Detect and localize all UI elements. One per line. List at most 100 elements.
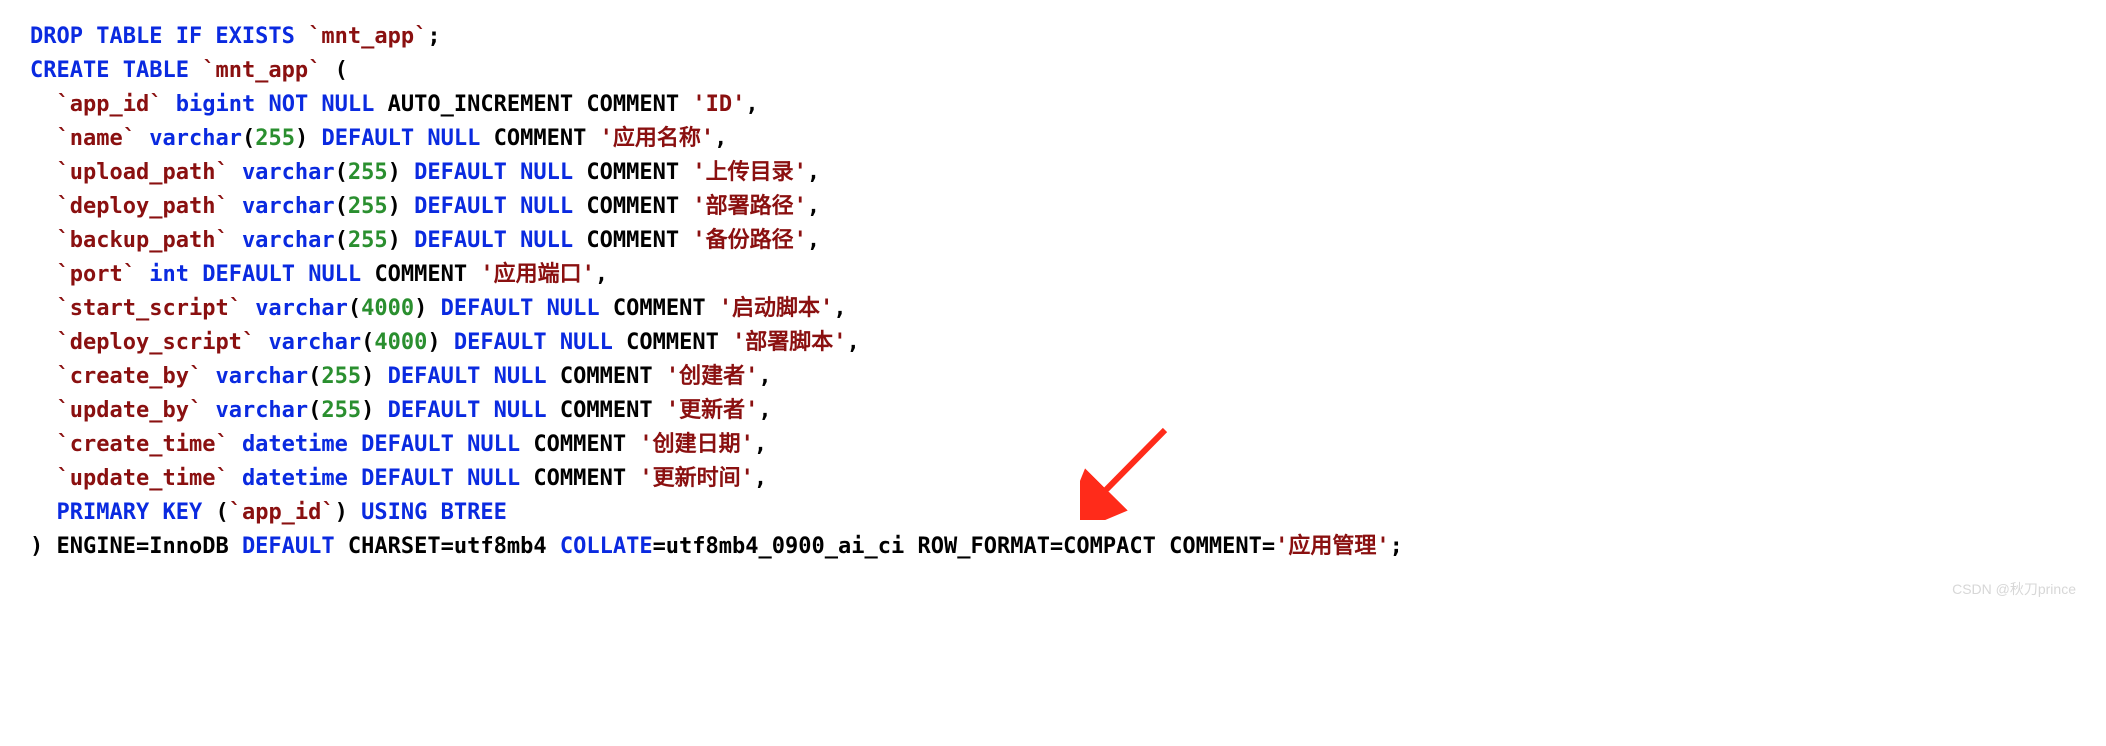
- col-extra: COMMENT: [586, 160, 679, 185]
- col-mods: NOT NULL: [268, 92, 374, 117]
- col-type: varchar: [242, 160, 335, 185]
- lp: (: [335, 160, 348, 185]
- col-type: datetime: [242, 432, 348, 457]
- col-name: `name`: [57, 126, 136, 151]
- col-comment: 'ID': [692, 92, 745, 117]
- rowfmt: ROW_FORMAT=COMPACT: [917, 534, 1155, 559]
- col-name: `port`: [57, 262, 136, 287]
- comment-kw: COMMENT=: [1169, 534, 1275, 559]
- rp: ): [414, 296, 427, 321]
- annotation-arrow-icon: [1080, 420, 1180, 520]
- line-drop: DROP TABLE IF EXISTS `mnt_app`;: [30, 24, 441, 49]
- col-type: varchar: [215, 398, 308, 423]
- col-comment: '更新时间': [639, 466, 754, 491]
- col-type: varchar: [242, 228, 335, 253]
- engine: ENGINE=InnoDB: [57, 534, 229, 559]
- col-len: 255: [321, 398, 361, 423]
- col-name: `deploy_script`: [57, 330, 256, 355]
- col-end: ,: [595, 262, 608, 287]
- kw-pk: PRIMARY KEY: [57, 500, 203, 525]
- col-name: `app_id`: [57, 92, 163, 117]
- col-len: 4000: [361, 296, 414, 321]
- col-type: varchar: [215, 364, 308, 389]
- col-line: `backup_path` varchar(255) DEFAULT NULL …: [30, 228, 820, 253]
- col-end: ,: [754, 466, 767, 491]
- kw-using: USING BTREE: [361, 500, 507, 525]
- col-end: ,: [745, 92, 758, 117]
- col-extra: COMMENT: [533, 466, 626, 491]
- pk-line: PRIMARY KEY (`app_id`) USING BTREE: [30, 500, 507, 525]
- col-name: `start_script`: [57, 296, 242, 321]
- col-type: varchar: [255, 296, 348, 321]
- col-comment: '部署脚本': [732, 330, 847, 355]
- lp: (: [242, 126, 255, 151]
- pk-open: (: [215, 500, 228, 525]
- col-extra: COMMENT: [560, 364, 653, 389]
- col-type: varchar: [149, 126, 242, 151]
- kw-drop: DROP TABLE IF EXISTS: [30, 24, 295, 49]
- col-extra: COMMENT: [560, 398, 653, 423]
- col-type: int: [149, 262, 189, 287]
- col-comment: '部署路径': [692, 194, 807, 219]
- col-line: `update_time` datetime DEFAULT NULL COMM…: [30, 466, 767, 491]
- col-line: `create_by` varchar(255) DEFAULT NULL CO…: [30, 364, 772, 389]
- col-extra: COMMENT: [586, 228, 679, 253]
- tail-semi: ;: [1390, 534, 1403, 559]
- col-name: `update_by`: [57, 398, 203, 423]
- col-name: `create_time`: [57, 432, 229, 457]
- col-extra: COMMENT: [613, 296, 706, 321]
- lp: (: [348, 296, 361, 321]
- col-len: 255: [348, 194, 388, 219]
- rp: ): [388, 228, 401, 253]
- tbl-drop: `mnt_app`: [308, 24, 427, 49]
- col-extra: COMMENT: [626, 330, 719, 355]
- col-mods: DEFAULT NULL: [441, 296, 600, 321]
- rp: ): [427, 330, 440, 355]
- rp: ): [361, 364, 374, 389]
- col-mods: DEFAULT NULL: [321, 126, 480, 151]
- col-len: 255: [255, 126, 295, 151]
- col-line: `update_by` varchar(255) DEFAULT NULL CO…: [30, 398, 772, 423]
- col-name: `create_by`: [57, 364, 203, 389]
- col-comment: '启动脚本': [719, 296, 834, 321]
- tail-line: ) ENGINE=InnoDB DEFAULT CHARSET=utf8mb4 …: [30, 534, 1403, 559]
- col-name: `deploy_path`: [57, 194, 229, 219]
- lp: (: [308, 398, 321, 423]
- col-extra: COMMENT: [494, 126, 587, 151]
- col-end: ,: [807, 160, 820, 185]
- rp: ): [388, 160, 401, 185]
- open-paren: (: [321, 58, 348, 83]
- col-end: ,: [833, 296, 846, 321]
- col-len: 255: [348, 160, 388, 185]
- col-len: 255: [321, 364, 361, 389]
- kw-default: DEFAULT: [242, 534, 335, 559]
- col-name: `upload_path`: [57, 160, 229, 185]
- col-extra: COMMENT: [533, 432, 626, 457]
- col-end: ,: [847, 330, 860, 355]
- col-end: ,: [758, 398, 771, 423]
- kw-create: CREATE TABLE: [30, 58, 189, 83]
- col-line: `upload_path` varchar(255) DEFAULT NULL …: [30, 160, 820, 185]
- lp: (: [308, 364, 321, 389]
- col-comment: '上传目录': [692, 160, 807, 185]
- pk-close: ): [335, 500, 348, 525]
- col-len: 255: [348, 228, 388, 253]
- col-comment: '创建者': [666, 364, 759, 389]
- charset: CHARSET=utf8mb4: [348, 534, 547, 559]
- col-line: `deploy_path` varchar(255) DEFAULT NULL …: [30, 194, 820, 219]
- sql-code-block: DROP TABLE IF EXISTS `mnt_app`; CREATE T…: [0, 0, 2106, 618]
- col-end: ,: [714, 126, 727, 151]
- rp: ): [388, 194, 401, 219]
- collate-val: =utf8mb4_0900_ai_ci: [653, 534, 905, 559]
- col-comment: '创建日期': [639, 432, 754, 457]
- col-type: varchar: [242, 194, 335, 219]
- col-end: ,: [807, 194, 820, 219]
- tbl-create: `mnt_app`: [202, 58, 321, 83]
- lp: (: [361, 330, 374, 355]
- pk-col: `app_id`: [229, 500, 335, 525]
- close-paren: ): [30, 534, 43, 559]
- col-line: `deploy_script` varchar(4000) DEFAULT NU…: [30, 330, 860, 355]
- col-extra: COMMENT: [586, 194, 679, 219]
- watermark-text: CSDN @秋刀prince: [1952, 572, 2076, 606]
- lp: (: [335, 228, 348, 253]
